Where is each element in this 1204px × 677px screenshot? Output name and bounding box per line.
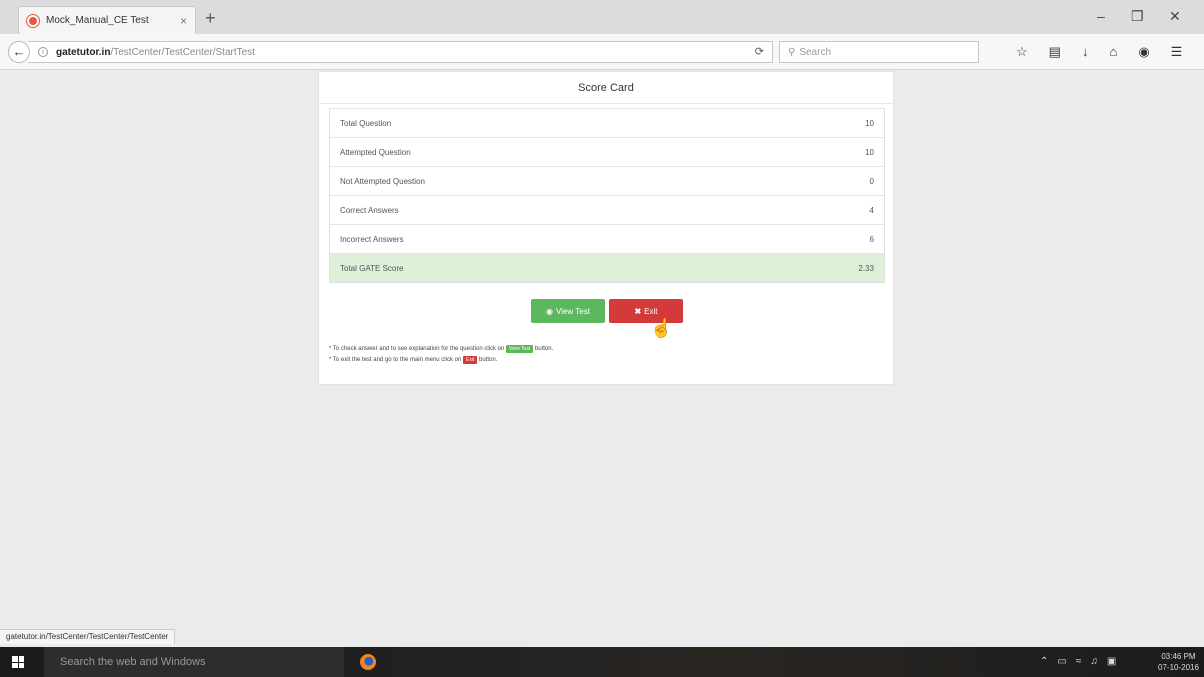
row-value: 10 bbox=[824, 108, 885, 138]
score-table: Total Question 10 Attempted Question 10 … bbox=[329, 108, 885, 283]
new-tab-button[interactable]: + bbox=[205, 8, 216, 28]
note-view-test: * To check answer and to see explanation… bbox=[329, 344, 553, 355]
row-label: Correct Answers bbox=[329, 195, 825, 225]
row-value: 10 bbox=[824, 137, 885, 167]
system-tray: ⌃ ▭ ≈ ♫ ▣ bbox=[1040, 656, 1116, 667]
taskbar: Search the web and Windows ⌃ ▭ ≈ ♫ ▣ 03:… bbox=[0, 647, 1204, 677]
row-value: 4 bbox=[824, 195, 885, 225]
note1-suffix: button. bbox=[534, 346, 554, 352]
tab-bar: Mock_Manual_CE Test × + – ❐ ✕ bbox=[0, 0, 1204, 34]
menu-icon[interactable]: ☰ bbox=[1171, 44, 1183, 60]
restore-icon[interactable]: ❐ bbox=[1131, 8, 1144, 25]
close-window-icon[interactable]: ✕ bbox=[1169, 8, 1181, 25]
table-row: Correct Answers 4 bbox=[329, 195, 885, 225]
minimize-icon[interactable]: – bbox=[1097, 8, 1105, 24]
reload-icon[interactable]: ⟳ bbox=[755, 45, 764, 58]
info-icon[interactable]: i bbox=[38, 47, 48, 57]
score-card: Score Card Total Question 10 Attempted Q… bbox=[318, 71, 894, 385]
url-text: gatetutor.in/TestCenter/TestCenter/Start… bbox=[56, 47, 255, 58]
clock-date: 07-10-2016 bbox=[1158, 663, 1199, 672]
view-test-button[interactable]: ◉ View Test bbox=[531, 299, 605, 323]
search-input[interactable]: ⚲ Search bbox=[779, 41, 979, 63]
instructions: * To check answer and to see explanation… bbox=[329, 344, 553, 366]
row-label: Total Question bbox=[329, 108, 825, 138]
windows-start-icon[interactable] bbox=[12, 656, 24, 668]
network-icon[interactable]: ≈ bbox=[1076, 656, 1082, 667]
note-exit: * To exit the test and go to the main me… bbox=[329, 355, 553, 366]
row-label: Not Attempted Question bbox=[329, 166, 825, 196]
close-icon: ✖ bbox=[634, 306, 642, 316]
row-value: 0 bbox=[824, 166, 885, 196]
table-row: Total Question 10 bbox=[329, 108, 885, 138]
notifications-icon[interactable]: ▣ bbox=[1107, 656, 1116, 667]
table-row: Not Attempted Question 0 bbox=[329, 166, 885, 196]
row-label: Total GATE Score bbox=[329, 253, 825, 283]
row-value: 2.33 bbox=[824, 253, 885, 283]
note1-tag: View Test bbox=[506, 345, 534, 353]
clock[interactable]: 03:46 PM 07-10-2016 bbox=[1158, 651, 1199, 673]
pocket-icon[interactable]: ◉ bbox=[1138, 44, 1149, 60]
toolbar-icons: ☆ ▤ ↓ ⌂ ◉ ☰ bbox=[1016, 44, 1182, 60]
row-value: 6 bbox=[824, 224, 885, 254]
score-card-title: Score Card bbox=[319, 72, 893, 104]
search-icon: ⚲ bbox=[788, 46, 796, 58]
hand-cursor-icon: ☝ bbox=[650, 318, 673, 338]
table-row: Incorrect Answers 6 bbox=[329, 224, 885, 254]
row-label: Attempted Question bbox=[329, 137, 825, 167]
favicon-icon bbox=[27, 14, 39, 27]
note2-suffix: button. bbox=[479, 357, 498, 363]
table-row: Attempted Question 10 bbox=[329, 137, 885, 167]
row-label: Incorrect Answers bbox=[329, 224, 825, 254]
note2-tag: Exit bbox=[462, 356, 478, 364]
note2-prefix: * To exit the test and go to the main me… bbox=[329, 357, 462, 363]
url-host: gatetutor.in bbox=[56, 46, 111, 58]
exit-label: Exit bbox=[644, 306, 658, 316]
reading-list-icon[interactable]: ▤ bbox=[1049, 44, 1061, 60]
download-icon[interactable]: ↓ bbox=[1082, 44, 1089, 60]
url-path: /TestCenter/TestCenter/StartTest bbox=[110, 46, 255, 58]
tab-close-icon[interactable]: × bbox=[180, 14, 187, 28]
tab-title: Mock_Manual_CE Test bbox=[46, 15, 149, 26]
clock-time: 03:46 PM bbox=[1161, 652, 1196, 661]
eye-icon: ◉ bbox=[546, 306, 554, 316]
search-placeholder: Search bbox=[799, 46, 832, 58]
bookmark-star-icon[interactable]: ☆ bbox=[1016, 44, 1028, 60]
tab-active[interactable]: Mock_Manual_CE Test × bbox=[18, 6, 196, 34]
battery-icon[interactable]: ▭ bbox=[1057, 656, 1066, 667]
table-row-total-score: Total GATE Score 2.33 bbox=[329, 253, 885, 283]
note1-prefix: * To check answer and to see explanation… bbox=[329, 346, 505, 352]
page-content: Score Card Total Question 10 Attempted Q… bbox=[0, 71, 1204, 631]
home-icon[interactable]: ⌂ bbox=[1109, 44, 1117, 60]
taskbar-search-input[interactable]: Search the web and Windows bbox=[44, 647, 344, 677]
firefox-icon[interactable] bbox=[360, 654, 376, 670]
chevron-up-icon[interactable]: ⌃ bbox=[1040, 656, 1048, 667]
view-test-label: View Test bbox=[556, 306, 590, 316]
volume-icon[interactable]: ♫ bbox=[1090, 656, 1098, 667]
back-arrow-icon[interactable]: ← bbox=[8, 41, 30, 63]
nav-bar: i gatetutor.in/TestCenter/TestCenter/Sta… bbox=[0, 34, 1204, 70]
status-url: gatetutor.in/TestCenter/TestCenter/TestC… bbox=[0, 629, 176, 644]
address-bar[interactable]: i gatetutor.in/TestCenter/TestCenter/Sta… bbox=[28, 41, 773, 63]
